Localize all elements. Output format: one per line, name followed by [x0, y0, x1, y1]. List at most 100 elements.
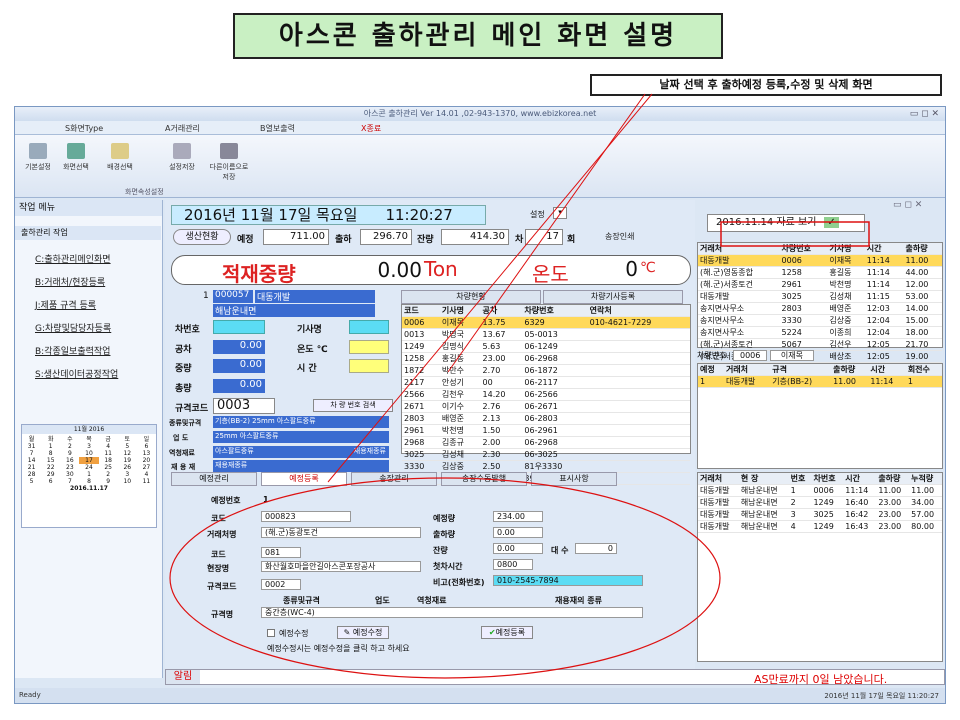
table-row[interactable]: 송지면사무소 2803 배영준 12:03 14.00: [698, 302, 942, 315]
calendar-today[interactable]: 2016.11.17: [22, 485, 156, 492]
table-row[interactable]: 2968 김종규 2.00 06-2968: [402, 436, 690, 449]
plan-register-button[interactable]: ✔예정등록: [481, 626, 533, 639]
print-label[interactable]: 송장인쇄: [605, 231, 634, 242]
tab-plan-register[interactable]: 예정등록: [261, 472, 347, 486]
table-row[interactable]: (해.군)영동종합 1258 홍길동 11:14 44.00: [698, 266, 942, 279]
menu-exit[interactable]: X종료: [361, 123, 381, 134]
table-row[interactable]: 2117 안성기 00 06-2117: [402, 376, 690, 389]
car-input[interactable]: [213, 320, 265, 334]
table-row[interactable]: 0013 박명국 13.67 05-0013: [402, 328, 690, 341]
table-row[interactable]: 대동개발 0006 이재목 11:14 11.00: [698, 254, 942, 267]
table-row[interactable]: 1249 김명식 5.63 06-1249: [402, 340, 690, 353]
out-qty-input[interactable]: 0.00: [493, 527, 543, 538]
table-row[interactable]: 2566 김천우 14.20 06-2566: [402, 388, 690, 401]
calendar-day[interactable]: 28: [22, 471, 41, 478]
customer-code[interactable]: 000057: [213, 290, 253, 303]
tab-vehicle-status[interactable]: 차량현황: [401, 290, 541, 304]
sidebar-item-main[interactable]: C:출하관리메인화면: [35, 252, 111, 265]
calendar-day[interactable]: 4: [99, 443, 118, 450]
save-settings-button[interactable]: 설정저장: [165, 143, 199, 172]
calendar-day[interactable]: 1: [41, 443, 60, 450]
plan-edit-button[interactable]: ✎ 예정수정: [337, 626, 389, 639]
calendar-day[interactable]: 8: [79, 478, 98, 485]
calendar-day[interactable]: 9: [99, 478, 118, 485]
calendar-day[interactable]: 7: [22, 450, 41, 457]
calendar-day[interactable]: 24: [79, 464, 98, 471]
sidebar-item-vehicle[interactable]: G:차량및담당자등록: [35, 321, 111, 334]
spec-code[interactable]: 0003: [213, 398, 275, 414]
site-name[interactable]: 해남운내면: [213, 304, 375, 317]
screen-select-button[interactable]: 화면선택: [59, 143, 93, 172]
car-bar-driver[interactable]: 이재목: [769, 350, 814, 361]
menu-client[interactable]: A거래관리: [165, 123, 200, 134]
calendar-day[interactable]: 6: [137, 443, 156, 450]
window-controls-icon[interactable]: ▭ ◻ ✕: [910, 107, 939, 121]
car-detail-table[interactable]: 예정 거래처 규격 출하량 시간 회전수 1 대동개발 기층(BB-2) 11.00 11:14 1: [697, 363, 943, 469]
calendar-day[interactable]: 30: [60, 471, 79, 478]
spec-name-input[interactable]: 중간층(WC-4): [261, 607, 643, 618]
tab-invoice-manage[interactable]: 송장관리: [351, 472, 437, 486]
site-input[interactable]: 화산월호마을안길아스콘포장공사: [261, 561, 421, 572]
calendar-day[interactable]: 5: [22, 478, 41, 485]
code-input[interactable]: 000823: [261, 511, 351, 522]
table-row[interactable]: 2671 이기수 2.76 06-2671: [402, 400, 690, 413]
tab-vehicle-register[interactable]: 차량기사등록: [543, 290, 683, 304]
sidebar-item-client[interactable]: B:거래처/현장등록: [35, 275, 105, 288]
table-row[interactable]: (해.군)서종토건 5067 김선우 12:05 21.70: [698, 338, 942, 351]
calendar-day[interactable]: 25: [99, 464, 118, 471]
calendar-day[interactable]: 4: [137, 471, 156, 478]
calendar-day[interactable]: 27: [137, 464, 156, 471]
table-row[interactable]: (해.군)서종토건 2961 박천명 11:14 12.00: [698, 278, 942, 291]
tab-invoice-manual[interactable]: 송장수동발행: [441, 472, 527, 486]
panel-controls-icon[interactable]: ▭ ◻ ✕: [893, 200, 922, 210]
table-row[interactable]: 2803 배영준 2.13 06-2803: [402, 412, 690, 425]
table-row[interactable]: 1872 박만수 2.70 06-1872: [402, 364, 690, 377]
driver-input[interactable]: [349, 320, 389, 334]
basic-settings-button[interactable]: 기본설정: [21, 143, 55, 172]
calendar-day[interactable]: 11: [99, 450, 118, 457]
table-row[interactable]: 3330 김상중 2.50 81우3330: [402, 460, 690, 473]
trucks-input[interactable]: 0: [575, 543, 617, 554]
calendar-day[interactable]: 20: [137, 457, 156, 464]
history-table[interactable]: 거래처 현 장 번호 차번호 시간 출하량 누적량 대동개발 해남운내면 1 0006 11:14 11…: [697, 472, 943, 662]
calendar-day[interactable]: 15: [41, 457, 60, 464]
background-select-button[interactable]: 배경선택: [103, 143, 137, 172]
calendar-day[interactable]: 13: [137, 450, 156, 457]
table-row[interactable]: 3025 김성채 2.30 06-3025: [402, 448, 690, 461]
car-bar-code[interactable]: 0006: [733, 350, 768, 361]
calendar-day[interactable]: 11: [137, 478, 156, 485]
calendar-day[interactable]: 14: [22, 457, 41, 464]
calendar-day[interactable]: 10: [79, 450, 98, 457]
table-row[interactable]: 대동개발 해남운내면 4 1249 16:43 23.00 80.00: [698, 520, 942, 533]
calendar-day[interactable]: 19: [118, 457, 137, 464]
plan-edit-checkbox[interactable]: [267, 629, 275, 637]
calendar-day[interactable]: 22: [41, 464, 60, 471]
calendar-day[interactable]: 7: [60, 478, 79, 485]
temp-input[interactable]: [349, 340, 389, 354]
calendar-day[interactable]: 3: [118, 471, 137, 478]
table-row[interactable]: 0006 이재목 13.75 6329 010-4621-7229: [402, 316, 690, 329]
plan-qty-input[interactable]: 234.00: [493, 511, 543, 522]
production-status-button[interactable]: 생산현황: [173, 229, 231, 245]
first-time-input[interactable]: 0800: [493, 559, 533, 570]
table-row[interactable]: 1 대동개발 기층(BB-2) 11.00 11:14 1: [698, 375, 942, 388]
table-row[interactable]: 송지면사무소 3330 김상중 12:04 15.00: [698, 314, 942, 327]
menu-screen-type[interactable]: S화면Type: [65, 123, 103, 134]
car-search-button[interactable]: 차 량 번호 검색: [313, 399, 393, 412]
calendar-day[interactable]: 2: [60, 443, 79, 450]
calendar-day[interactable]: 26: [118, 464, 137, 471]
calendar[interactable]: 11월 2016 월 화 수 목 금 토 일 31 1 2 3 4 5 6 7 8 9 10 11 12 13 14 15 1…: [21, 424, 157, 528]
code2-input[interactable]: 081: [261, 547, 301, 558]
table-row[interactable]: 대동개발 3025 김성채 11:15 53.00: [698, 290, 942, 303]
calendar-day[interactable]: 2: [99, 471, 118, 478]
customer-input[interactable]: (해.군)동광토건: [261, 527, 421, 538]
calendar-day[interactable]: 3: [79, 443, 98, 450]
calendar-day[interactable]: 12: [118, 450, 137, 457]
table-row[interactable]: 대동개발 해남운내면 3 3025 16:42 23.00 57.00: [698, 508, 942, 521]
calendar-day[interactable]: 17: [79, 457, 99, 464]
vehicle-table[interactable]: 코드 기사명 공차 차량번호 연락처 0006 이재목 13.75 6329 010-4621-7…: [401, 304, 691, 485]
table-row[interactable]: 1258 홍길동 23.00 06-2968: [402, 352, 690, 365]
calendar-day[interactable]: 9: [60, 450, 79, 457]
calendar-day[interactable]: 21: [22, 464, 41, 471]
setting-dropdown[interactable]: ▾: [553, 207, 567, 219]
